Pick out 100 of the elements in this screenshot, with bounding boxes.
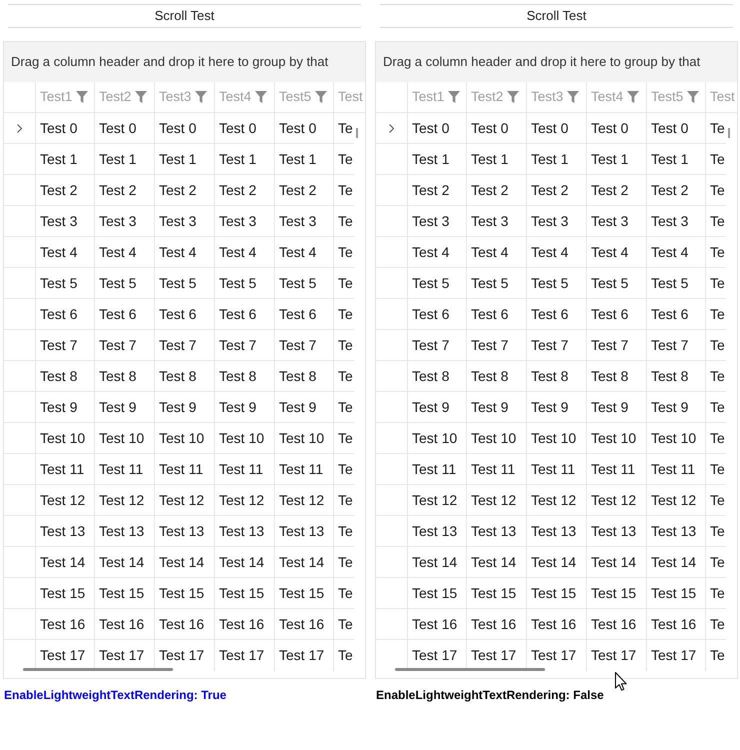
table-cell: Test 5 — [155, 268, 215, 298]
table-cell-text: Te — [337, 614, 354, 634]
table-cell: Test 0 — [275, 113, 334, 143]
table-cell: Test 13 — [408, 516, 467, 546]
filter-icon[interactable] — [135, 91, 148, 103]
table-cell: Test 14 — [587, 547, 647, 577]
group-hint-text: Drag a column header and drop it here to group by that — [383, 53, 700, 72]
table-cell: Test 13 — [36, 516, 95, 546]
column-header[interactable]: Test5 — [275, 82, 334, 112]
filter-icon[interactable] — [687, 91, 700, 103]
table-cell: Test 16 — [408, 609, 467, 639]
table-cell: Test 7 — [467, 330, 527, 360]
horizontal-scrollbar-thumb[interactable] — [395, 668, 545, 671]
filter-icon[interactable] — [76, 91, 88, 103]
table-cell: Test 9 — [215, 392, 275, 422]
column-header[interactable]: Test — [334, 82, 365, 112]
status-label: EnableLightweightTextRendering: True — [4, 687, 228, 704]
table-cell: Test 12 — [408, 485, 467, 515]
table-cell: Test 17 — [215, 640, 275, 671]
table-cell: Test 12 — [587, 485, 647, 515]
table-cell: Test 0 — [155, 113, 215, 143]
table-cell: Test 6 — [36, 299, 95, 329]
column-header[interactable]: Test4 — [587, 82, 647, 112]
table-cell: Test 0 — [467, 113, 527, 143]
table-cell-text: Te — [337, 118, 354, 138]
table-cell: Test 17 — [275, 640, 334, 671]
vertical-scrollbar-thumb[interactable] — [356, 128, 358, 138]
table-cell: Test 6 — [275, 299, 334, 329]
table-cell: Test 16 — [215, 609, 275, 639]
table-cell: Test 2 — [527, 175, 587, 205]
table-cell: Test 15 — [95, 578, 155, 608]
panel-title: Scroll Test — [380, 4, 733, 28]
table-cell: Test 13 — [155, 516, 215, 546]
table-cell-text: Te — [709, 428, 726, 448]
table-cell-text: Te — [337, 552, 354, 572]
table-cell: Test 13 — [647, 516, 706, 546]
table-cell: Test 1 — [95, 144, 155, 174]
table-cell-text: Te — [337, 304, 354, 324]
table-cell-text: Te — [709, 646, 726, 665]
table-cell-text: Te — [337, 150, 354, 168]
column-header[interactable]: Test — [706, 82, 737, 112]
table-cell-text: Te — [337, 646, 354, 665]
column-header[interactable]: Test4 — [215, 82, 275, 112]
table-cell: Test 13 — [215, 516, 275, 546]
table-cell: Test 11 — [527, 454, 587, 484]
filter-icon[interactable] — [567, 91, 580, 103]
table-cell: Test 4 — [275, 237, 334, 267]
table-cell-text: Te — [709, 304, 726, 324]
table-cell: Test 16 — [155, 609, 215, 639]
table-cell: Test 7 — [647, 330, 706, 360]
table-cell: Test 7 — [155, 330, 215, 360]
table-cell: Test 15 — [215, 578, 275, 608]
vertical-scrollbar-thumb[interactable] — [728, 128, 730, 138]
table-cell: Test 14 — [527, 547, 587, 577]
filter-icon[interactable] — [627, 91, 640, 103]
horizontal-scrollbar-thumb[interactable] — [23, 668, 173, 671]
column-header[interactable]: Test3 — [155, 82, 215, 112]
table-cell: Test 2 — [647, 175, 706, 205]
filter-icon[interactable] — [448, 91, 460, 103]
table-cell: Test 9 — [275, 392, 334, 422]
table-cell: Test 1 — [467, 144, 527, 174]
column-header[interactable]: Test1 — [36, 82, 95, 112]
table-cell: Test 4 — [647, 237, 706, 267]
table-cell: Test 14 — [36, 547, 95, 577]
table-cell: Test 10 — [215, 423, 275, 453]
table-cell: Test 2 — [275, 175, 334, 205]
table-cell: Test 5 — [587, 268, 647, 298]
filter-icon[interactable] — [195, 91, 208, 103]
table-cell: Test 16 — [275, 609, 334, 639]
table-cell-text: Te — [709, 552, 726, 572]
table-cell: Test 7 — [275, 330, 334, 360]
table-cell-text: Te — [337, 242, 354, 262]
filter-icon[interactable] — [507, 91, 520, 103]
table-cell: Test 11 — [155, 454, 215, 484]
table-cell: Test 15 — [647, 578, 706, 608]
table-cell: Test 4 — [408, 237, 467, 267]
table-cell: Test 7 — [587, 330, 647, 360]
column-header[interactable]: Test2 — [467, 82, 527, 112]
filter-icon[interactable] — [315, 91, 328, 103]
table-cell: Test 3 — [36, 206, 95, 236]
table-cell: Test 4 — [95, 237, 155, 267]
table-cell: Test 6 — [408, 299, 467, 329]
table-cell: Test 7 — [527, 330, 587, 360]
table-cell: Test 5 — [647, 268, 706, 298]
column-header[interactable]: Test5 — [647, 82, 706, 112]
table-cell: Test 8 — [527, 361, 587, 391]
table-cell: Test 15 — [275, 578, 334, 608]
filter-icon[interactable] — [255, 91, 268, 103]
table-cell: Test 8 — [467, 361, 527, 391]
column-header[interactable]: Test1 — [408, 82, 467, 112]
table-cell: Test 9 — [95, 392, 155, 422]
table-cell-text: Te — [337, 522, 354, 540]
table-cell: Test 5 — [95, 268, 155, 298]
column-header[interactable]: Test2 — [95, 82, 155, 112]
table-cell: Test 2 — [155, 175, 215, 205]
table-cell: Test 6 — [527, 299, 587, 329]
table-cell: Test 0 — [408, 113, 467, 143]
table-cell: Test 1 — [587, 144, 647, 174]
column-header[interactable]: Test3 — [527, 82, 587, 112]
table-cell: Test 10 — [467, 423, 527, 453]
